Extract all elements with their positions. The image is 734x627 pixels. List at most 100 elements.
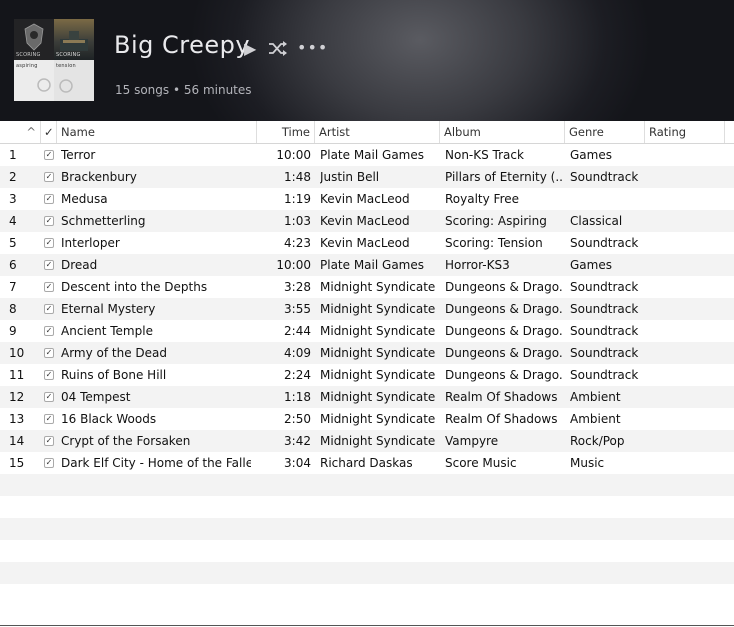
track-artist: Midnight Syndicate (320, 302, 436, 316)
track-rating[interactable] (650, 298, 724, 320)
track-rating[interactable] (650, 364, 724, 386)
track-row[interactable]: 8 ✓ Eternal Mystery 3:55 Midnight Syndicate D… (0, 298, 734, 320)
track-genre: Ambient (570, 390, 621, 404)
track-album: Pillars of Eternity (... (445, 170, 563, 184)
play-icon[interactable]: ▶ (244, 39, 256, 58)
track-artist: Plate Mail Games (320, 148, 424, 162)
track-album: Realm Of Shadows (445, 390, 558, 404)
track-genre: Soundtrack (570, 368, 639, 382)
track-rating[interactable] (650, 276, 724, 298)
track-number: 1 (9, 148, 17, 162)
track-artist: Midnight Syndicate (320, 412, 436, 426)
track-row[interactable]: 6 ✓ Dread 10:00 Plate Mail Games Horror-KS3 Ga… (0, 254, 734, 276)
rating-column-header[interactable]: Rating (645, 121, 725, 143)
artwork-label: SCORING (16, 52, 41, 58)
check-column-header[interactable]: ✓ (41, 121, 57, 143)
track-checkbox[interactable]: ✓ (44, 414, 54, 424)
track-row[interactable]: 10 ✓ Army of the Dead 4:09 Midnight Syndicat… (0, 342, 734, 364)
track-row[interactable]: 14 ✓ Crypt of the Forsaken 3:42 Midnight Syn… (0, 430, 734, 452)
track-genre (570, 188, 646, 210)
track-name: Descent into the Depths (61, 280, 208, 294)
track-checkbox[interactable]: ✓ (44, 436, 54, 446)
empty-row (0, 584, 734, 606)
track-artist: Midnight Syndicate (320, 280, 436, 294)
track-row[interactable]: 13 ✓ 16 Black Woods 2:50 Midnight Syndicate R… (0, 408, 734, 430)
track-checkbox[interactable]: ✓ (44, 260, 54, 270)
track-genre: Soundtrack (570, 280, 639, 294)
track-row[interactable]: 11 ✓ Ruins of Bone Hill 2:24 Midnight Syndic… (0, 364, 734, 386)
track-checkbox[interactable]: ✓ (44, 326, 54, 336)
track-checkbox[interactable]: ✓ (44, 392, 54, 402)
track-rating[interactable] (650, 408, 724, 430)
track-time: 2:50 (284, 412, 311, 426)
track-rating[interactable] (650, 210, 724, 232)
track-number: 11 (9, 368, 25, 382)
track-artist: Midnight Syndicate (320, 368, 436, 382)
track-row[interactable]: 4 ✓ Schmetterling 1:03 Kevin MacLeod Scoring:… (0, 210, 734, 232)
track-rating[interactable] (650, 144, 724, 166)
track-row[interactable]: 7 ✓ Descent into the Depths 3:28 Midnight Sy… (0, 276, 734, 298)
track-rating[interactable] (650, 232, 724, 254)
time-column-header[interactable]: Time (257, 121, 315, 143)
track-checkbox[interactable]: ✓ (44, 370, 54, 380)
track-time: 1:03 (284, 214, 311, 228)
track-rating[interactable] (650, 452, 724, 474)
track-row[interactable]: 1 ✓ Terror 10:00 Plate Mail Games Non-KS Trac… (0, 144, 734, 166)
track-rating[interactable] (650, 166, 724, 188)
track-checkbox[interactable]: ✓ (44, 304, 54, 314)
artwork-label: tension (56, 63, 76, 69)
track-row[interactable]: 9 ✓ Ancient Temple 2:44 Midnight Syndicate Du… (0, 320, 734, 342)
track-checkbox[interactable]: ✓ (44, 282, 54, 292)
track-number: 3 (9, 192, 17, 206)
empty-row (0, 540, 734, 562)
track-number: 5 (9, 236, 17, 250)
track-name: 16 Black Woods (61, 412, 157, 426)
track-checkbox[interactable]: ✓ (44, 238, 54, 248)
genre-column-header[interactable]: Genre (565, 121, 645, 143)
track-row[interactable]: 12 ✓ 04 Tempest 1:18 Midnight Syndicate Realm… (0, 386, 734, 408)
more-options-icon[interactable]: ••• (297, 38, 328, 57)
album-column-header[interactable]: Album (440, 121, 565, 143)
track-rating[interactable] (650, 188, 724, 210)
track-rating[interactable] (650, 320, 724, 342)
track-row[interactable]: 5 ✓ Interloper 4:23 Kevin MacLeod Scoring: Te… (0, 232, 734, 254)
track-row[interactable]: 3 ✓ Medusa 1:19 Kevin MacLeod Royalty Free (0, 188, 734, 210)
track-artist: Richard Daskas (320, 456, 413, 470)
track-name: Ancient Temple (61, 324, 153, 338)
track-artist: Midnight Syndicate (320, 324, 436, 338)
empty-row (0, 474, 734, 496)
track-row[interactable]: 2 ✓ Brackenbury 1:48 Justin Bell Pillars of E… (0, 166, 734, 188)
track-number: 15 (9, 456, 25, 470)
track-album: Dungeons & Drago... (445, 280, 563, 294)
track-rating[interactable] (650, 386, 724, 408)
track-name: Brackenbury (61, 170, 137, 184)
track-genre: Soundtrack (570, 324, 639, 338)
track-checkbox[interactable]: ✓ (44, 150, 54, 160)
sort-column-header[interactable]: ^ (0, 121, 41, 143)
track-checkbox[interactable]: ✓ (44, 194, 54, 204)
track-rating[interactable] (650, 254, 724, 276)
track-checkbox[interactable]: ✓ (44, 216, 54, 226)
playlist-artwork[interactable]: SCORING SCORING aspiring tension (14, 19, 94, 101)
track-artist: Midnight Syndicate (320, 390, 436, 404)
track-album: Scoring: Aspiring (445, 214, 547, 228)
playlist-header: SCORING SCORING aspiring tension Big Cre… (0, 0, 734, 121)
track-time: 10:00 (276, 148, 311, 162)
track-row[interactable]: 15 ✓ Dark Elf City - Home of the Falle... 3… (0, 452, 734, 474)
name-column-header[interactable]: Name (57, 121, 257, 143)
artist-column-header[interactable]: Artist (315, 121, 440, 143)
shuffle-icon[interactable] (268, 41, 288, 56)
track-artist: Midnight Syndicate (320, 346, 436, 360)
track-album: Dungeons & Drago... (445, 324, 563, 338)
track-name: Dark Elf City - Home of the Falle... (61, 456, 251, 470)
track-rating[interactable] (650, 430, 724, 452)
track-rating[interactable] (650, 342, 724, 364)
track-checkbox[interactable]: ✓ (44, 348, 54, 358)
track-genre: Classical (570, 214, 623, 228)
track-genre: Soundtrack (570, 302, 639, 316)
track-checkbox[interactable]: ✓ (44, 458, 54, 468)
track-artist: Justin Bell (320, 170, 380, 184)
album-art-aspiring: aspiring (14, 60, 54, 101)
track-checkbox[interactable]: ✓ (44, 172, 54, 182)
track-time: 1:19 (284, 192, 311, 206)
